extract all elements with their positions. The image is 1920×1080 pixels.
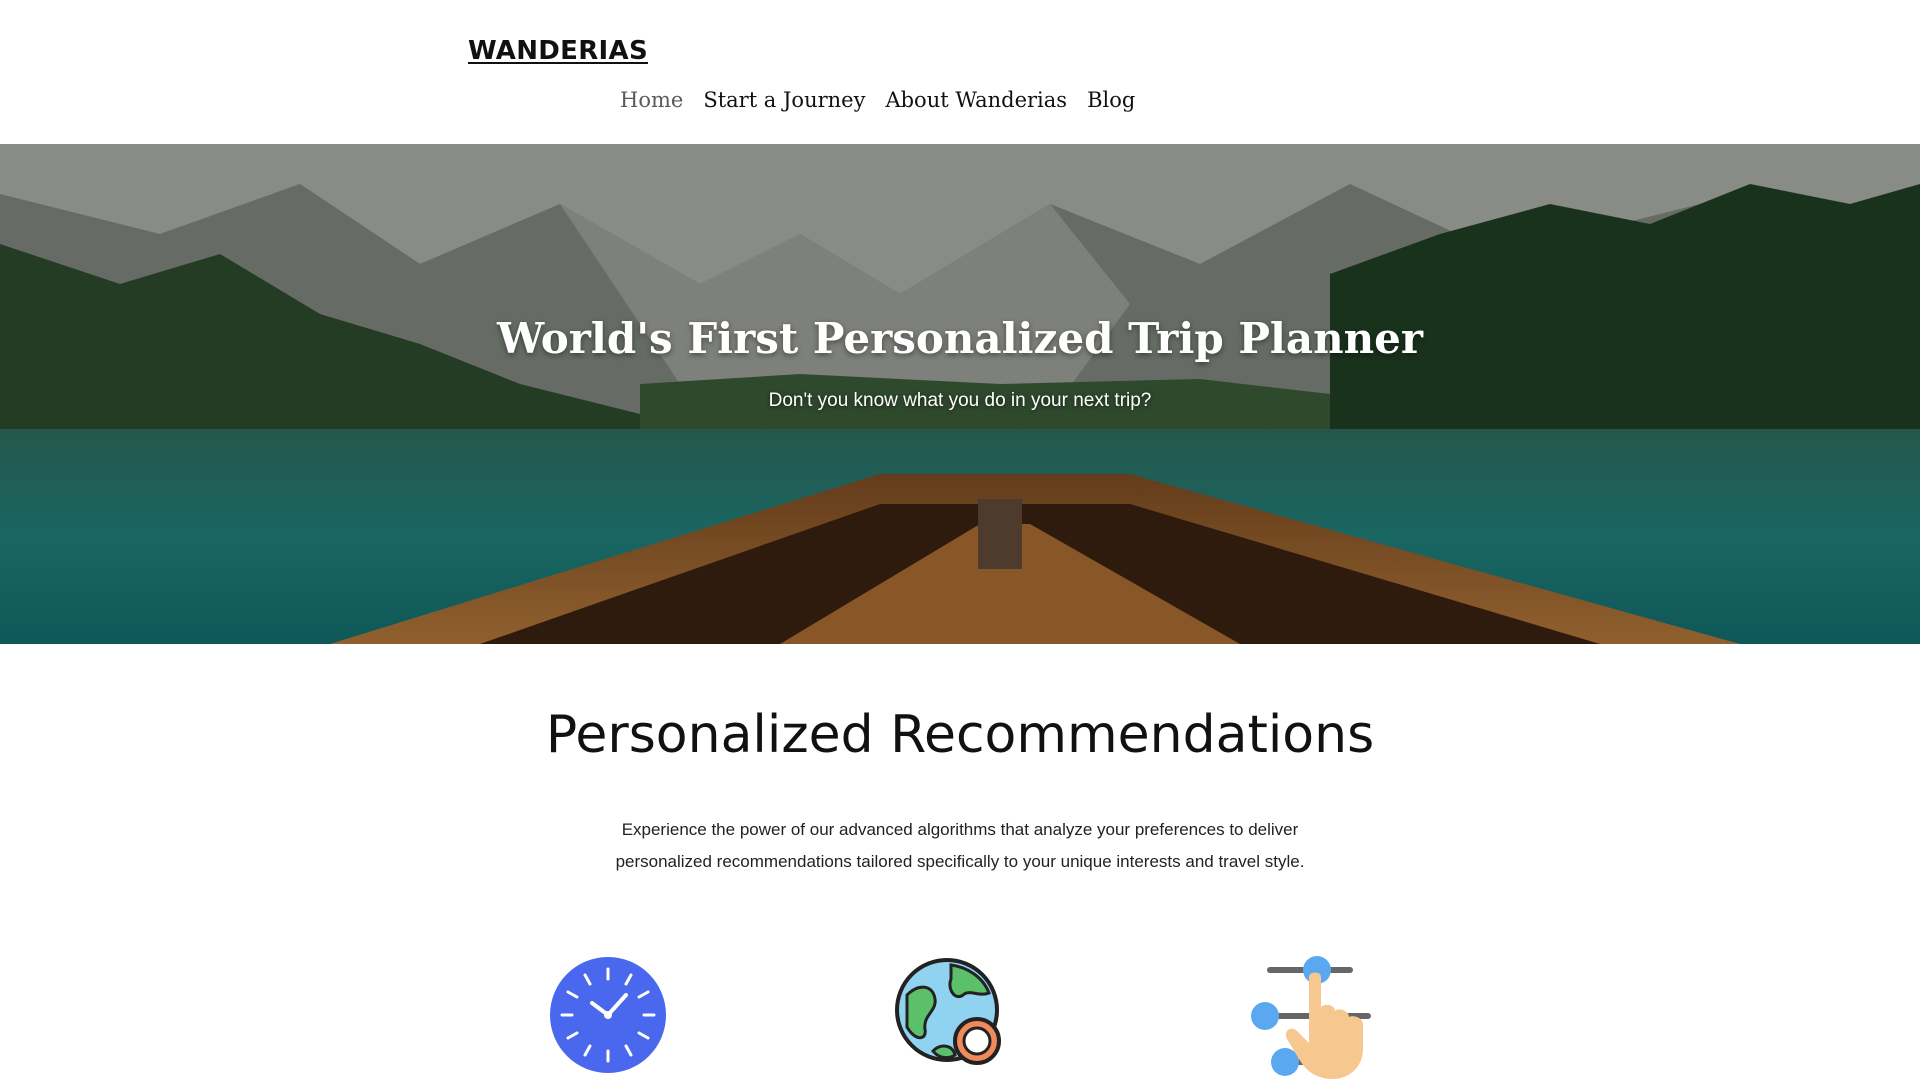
site-header: WANDERIAS Home Start a Journey About Wan… bbox=[0, 0, 1920, 144]
nav-home[interactable]: Home bbox=[610, 88, 693, 112]
hand-sliders-icon bbox=[1251, 956, 1371, 1079]
main-nav: Home Start a Journey About Wanderias Blo… bbox=[610, 88, 1145, 112]
hero-title: World's First Personalized Trip Planner bbox=[496, 314, 1424, 363]
globe-search-icon bbox=[895, 958, 1001, 1065]
site-logo[interactable]: WANDERIAS bbox=[468, 36, 648, 66]
nav-about[interactable]: About Wanderias bbox=[875, 88, 1077, 112]
section-title: Personalized Recommendations bbox=[545, 705, 1375, 765]
hero-banner: World's First Personalized Trip Planner … bbox=[0, 144, 1920, 644]
hero-subtitle: Don't you know what you do in your next … bbox=[768, 390, 1152, 411]
section-description: Experience the power of our advanced alg… bbox=[615, 820, 1305, 871]
nav-start-a-journey[interactable]: Start a Journey bbox=[693, 88, 875, 112]
nav-blog[interactable]: Blog bbox=[1077, 88, 1145, 112]
clock-icon bbox=[550, 957, 666, 1073]
